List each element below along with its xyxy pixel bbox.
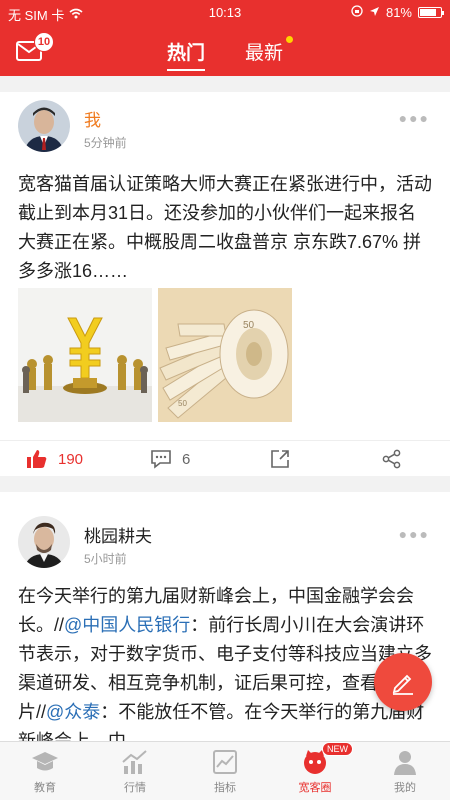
location-icon (369, 5, 380, 20)
post-image-chess-yuan[interactable] (18, 288, 152, 422)
comment-button[interactable]: 6 (150, 449, 190, 469)
more-options-button[interactable]: ●●● (399, 526, 430, 542)
tab-hot[interactable]: 热门 (165, 36, 207, 71)
avatar[interactable] (18, 516, 70, 568)
post-time: 5分钟前 (84, 136, 127, 150)
svg-text:50: 50 (178, 399, 187, 408)
nav-education[interactable]: 教育 (0, 742, 90, 800)
post-actions: 190 6 (0, 440, 450, 474)
indicator-icon (213, 750, 237, 774)
post-username[interactable]: 桃园耕夫 (84, 522, 152, 547)
post-card[interactable]: 我 5分钟前 ●●● 宽客猫首届认证策略大师大赛正在紧张进行中，活动截止到本月3… (0, 92, 450, 476)
nav-label: 行情 (124, 782, 146, 794)
mention-link[interactable]: @众泰 (46, 702, 100, 722)
forward-button[interactable] (270, 449, 290, 469)
battery-percent: 81% (385, 5, 412, 20)
bottom-nav: 教育 行情 指标 NEW 宽客圈 我的 (0, 741, 450, 800)
graduation-cap-icon (32, 752, 58, 771)
feed-tabs: 热门 最新 (0, 36, 450, 71)
like-count: 190 (58, 450, 84, 468)
new-dot-indicator (286, 36, 294, 43)
like-button[interactable]: 190 (26, 449, 83, 469)
status-bar: 无 SIM 卡 10:13 81% (0, 0, 450, 26)
nav-quant-circle[interactable]: NEW 宽客圈 (270, 742, 360, 800)
nav-label: 指标 (214, 782, 236, 794)
nav-label: 宽客圈 (298, 782, 332, 794)
share-icon (382, 449, 401, 469)
svg-text:50: 50 (243, 320, 255, 331)
post-text[interactable]: 宽客猫首届认证策略大师大赛正在紧张进行中，活动截止到本月31日。还没参加的小伙伴… (18, 170, 434, 286)
forward-icon (271, 450, 289, 468)
new-badge: NEW (322, 742, 353, 756)
post-image-banknotes[interactable]: 50 50 (158, 288, 292, 422)
top-nav: 10 热门 最新 (0, 26, 450, 76)
post-text[interactable]: 在今天举行的第九届财新峰会上，中国金融学会会长。//@中国人民银行：前行长周小川… (18, 582, 434, 741)
post-username[interactable]: 我 (84, 106, 101, 131)
share-button[interactable] (382, 449, 402, 469)
comment-count: 6 (182, 450, 191, 468)
more-options-button[interactable]: ●●● (399, 110, 430, 126)
post-time: 5小时前 (84, 552, 127, 566)
tab-latest-label: 最新 (245, 43, 284, 64)
nav-indicators[interactable]: 指标 (180, 742, 270, 800)
status-right: 81% (351, 5, 444, 20)
mention-link[interactable]: @中国人民银行 (64, 615, 190, 635)
avatar[interactable] (18, 100, 70, 152)
battery-fill (420, 9, 437, 16)
feed[interactable]: 我 5分钟前 ●●● 宽客猫首届认证策略大师大赛正在紧张进行中，活动截止到本月3… (0, 76, 450, 741)
post-card[interactable]: 桃园耕夫 5小时前 ●●● 在今天举行的第九届财新峰会上，中国金融学会会长。//… (0, 492, 450, 741)
comment-icon (151, 450, 171, 469)
person-icon (394, 751, 416, 775)
nav-label: 教育 (34, 782, 56, 794)
tab-latest[interactable]: 最新 (243, 36, 294, 71)
lock-rotation-icon (351, 5, 363, 20)
nav-market[interactable]: 行情 (90, 742, 180, 800)
thumbs-up-icon (27, 450, 47, 468)
tab-hot-label: 热门 (166, 43, 205, 64)
nav-label: 我的 (394, 782, 416, 794)
nav-me[interactable]: 我的 (360, 742, 450, 800)
battery-icon (418, 7, 444, 18)
pencil-icon (392, 674, 413, 695)
chart-icon (122, 750, 147, 774)
compose-button[interactable] (374, 653, 432, 711)
